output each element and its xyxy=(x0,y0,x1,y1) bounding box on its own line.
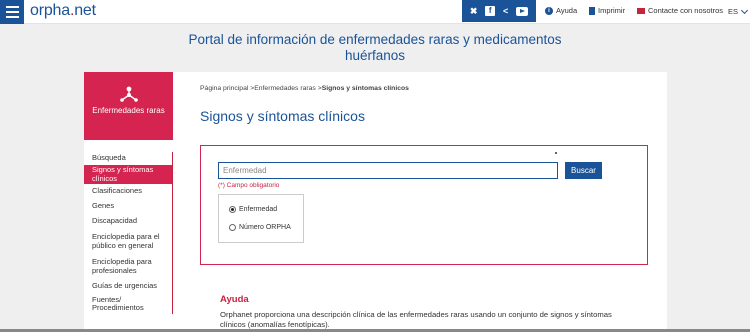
sidebar-section-header[interactable]: Enfermedades raras xyxy=(84,72,173,140)
youtube-icon[interactable] xyxy=(516,6,529,16)
breadcrumb: Página principal >Enfermedades raras >Si… xyxy=(200,85,409,92)
language-code: ES xyxy=(728,7,739,16)
option-enfermedad-label: Enfermedad xyxy=(239,206,278,213)
radio-selected[interactable] xyxy=(229,206,236,213)
help-link-label: Ayuda xyxy=(556,6,578,15)
social-links: ✖ f < xyxy=(462,0,536,22)
sidebar-item-enciclopedia-publico[interactable]: Enciclopedia para el público en general xyxy=(84,229,172,254)
search-button[interactable]: Buscar xyxy=(565,162,602,179)
mail-icon xyxy=(637,7,645,14)
sidebar-item-fuentes[interactable]: Fuentes/ Procedimientos xyxy=(84,294,172,314)
facebook-icon[interactable]: f xyxy=(485,6,496,16)
sidebar-nav: Búsqueda Signos y síntomas clínicos Clas… xyxy=(84,152,173,314)
search-form: Buscar (*) Campo obligatorio Enfermedad … xyxy=(200,145,648,265)
search-type-options: Enfermedad Número ORPHA xyxy=(218,194,304,243)
logo-text-end: net xyxy=(74,2,96,19)
menu-icon-line xyxy=(5,16,19,18)
help-text: Orphanet proporciona una descripción clí… xyxy=(220,310,612,329)
orphanet-logo[interactable]: orpha.net xyxy=(30,2,96,20)
print-link[interactable]: Imprimir xyxy=(589,6,625,15)
page-title: Signos y síntomas clínicos xyxy=(200,108,365,124)
sidebar-item-busqueda[interactable]: Búsqueda xyxy=(84,152,172,165)
site-title: Portal de información de enfermedades ra… xyxy=(188,32,562,63)
menu-button[interactable] xyxy=(0,0,24,24)
contact-link-label: Contacte con nosotros xyxy=(648,6,724,15)
sidebar-item-guias-urgencias[interactable]: Guías de urgencias xyxy=(84,279,172,294)
breadcrumb-section[interactable]: Enfermedades raras xyxy=(254,85,316,92)
search-input[interactable] xyxy=(218,162,558,179)
required-field-note: (*) Campo obligatorio xyxy=(218,182,280,189)
main-panel: Enfermedades raras Búsqueda Signos y sín… xyxy=(84,72,667,332)
radio-unselected[interactable] xyxy=(229,224,236,231)
contact-link[interactable]: Contacte con nosotros xyxy=(637,6,723,15)
help-link[interactable]: i Ayuda xyxy=(545,6,577,15)
print-link-label: Imprimir xyxy=(598,6,626,15)
sidebar-item-signos-sintomas[interactable]: Signos y síntomas clínicos xyxy=(84,165,172,184)
option-enfermedad[interactable]: Enfermedad xyxy=(229,206,277,213)
menu-icon-line xyxy=(5,6,19,8)
language-selector[interactable]: ES xyxy=(728,6,749,16)
top-bar: orpha.net ✖ f < i Ayuda Imprimir Contact… xyxy=(0,0,750,24)
option-numero-orpha-label: Número ORPHA xyxy=(239,224,291,231)
breadcrumb-home[interactable]: Página principal xyxy=(200,85,248,92)
sidebar-item-genes[interactable]: Genes xyxy=(84,199,172,214)
menu-icon-line xyxy=(5,11,19,13)
sidebar-item-discapacidad[interactable]: Discapacidad xyxy=(84,214,172,229)
help-heading: Ayuda xyxy=(220,294,249,305)
twitter-icon[interactable]: ✖ xyxy=(470,6,478,16)
logo-text: orpha xyxy=(30,2,70,19)
sidebar-section-label: Enfermedades raras xyxy=(92,106,165,115)
sidebar-item-clasificaciones[interactable]: Clasificaciones xyxy=(84,184,172,199)
option-numero-orpha[interactable]: Número ORPHA xyxy=(229,224,291,231)
info-icon: i xyxy=(545,6,553,15)
breadcrumb-current: Signos y síntomas clínicos xyxy=(321,85,409,92)
share-icon[interactable]: < xyxy=(503,6,508,16)
rare-disease-icon xyxy=(120,86,138,102)
sidebar-item-enciclopedia-profesionales[interactable]: Enciclopedia para profesionales xyxy=(84,254,172,279)
print-icon xyxy=(589,6,595,15)
chevron-down-icon xyxy=(740,6,749,14)
decorative-dot xyxy=(555,152,557,154)
